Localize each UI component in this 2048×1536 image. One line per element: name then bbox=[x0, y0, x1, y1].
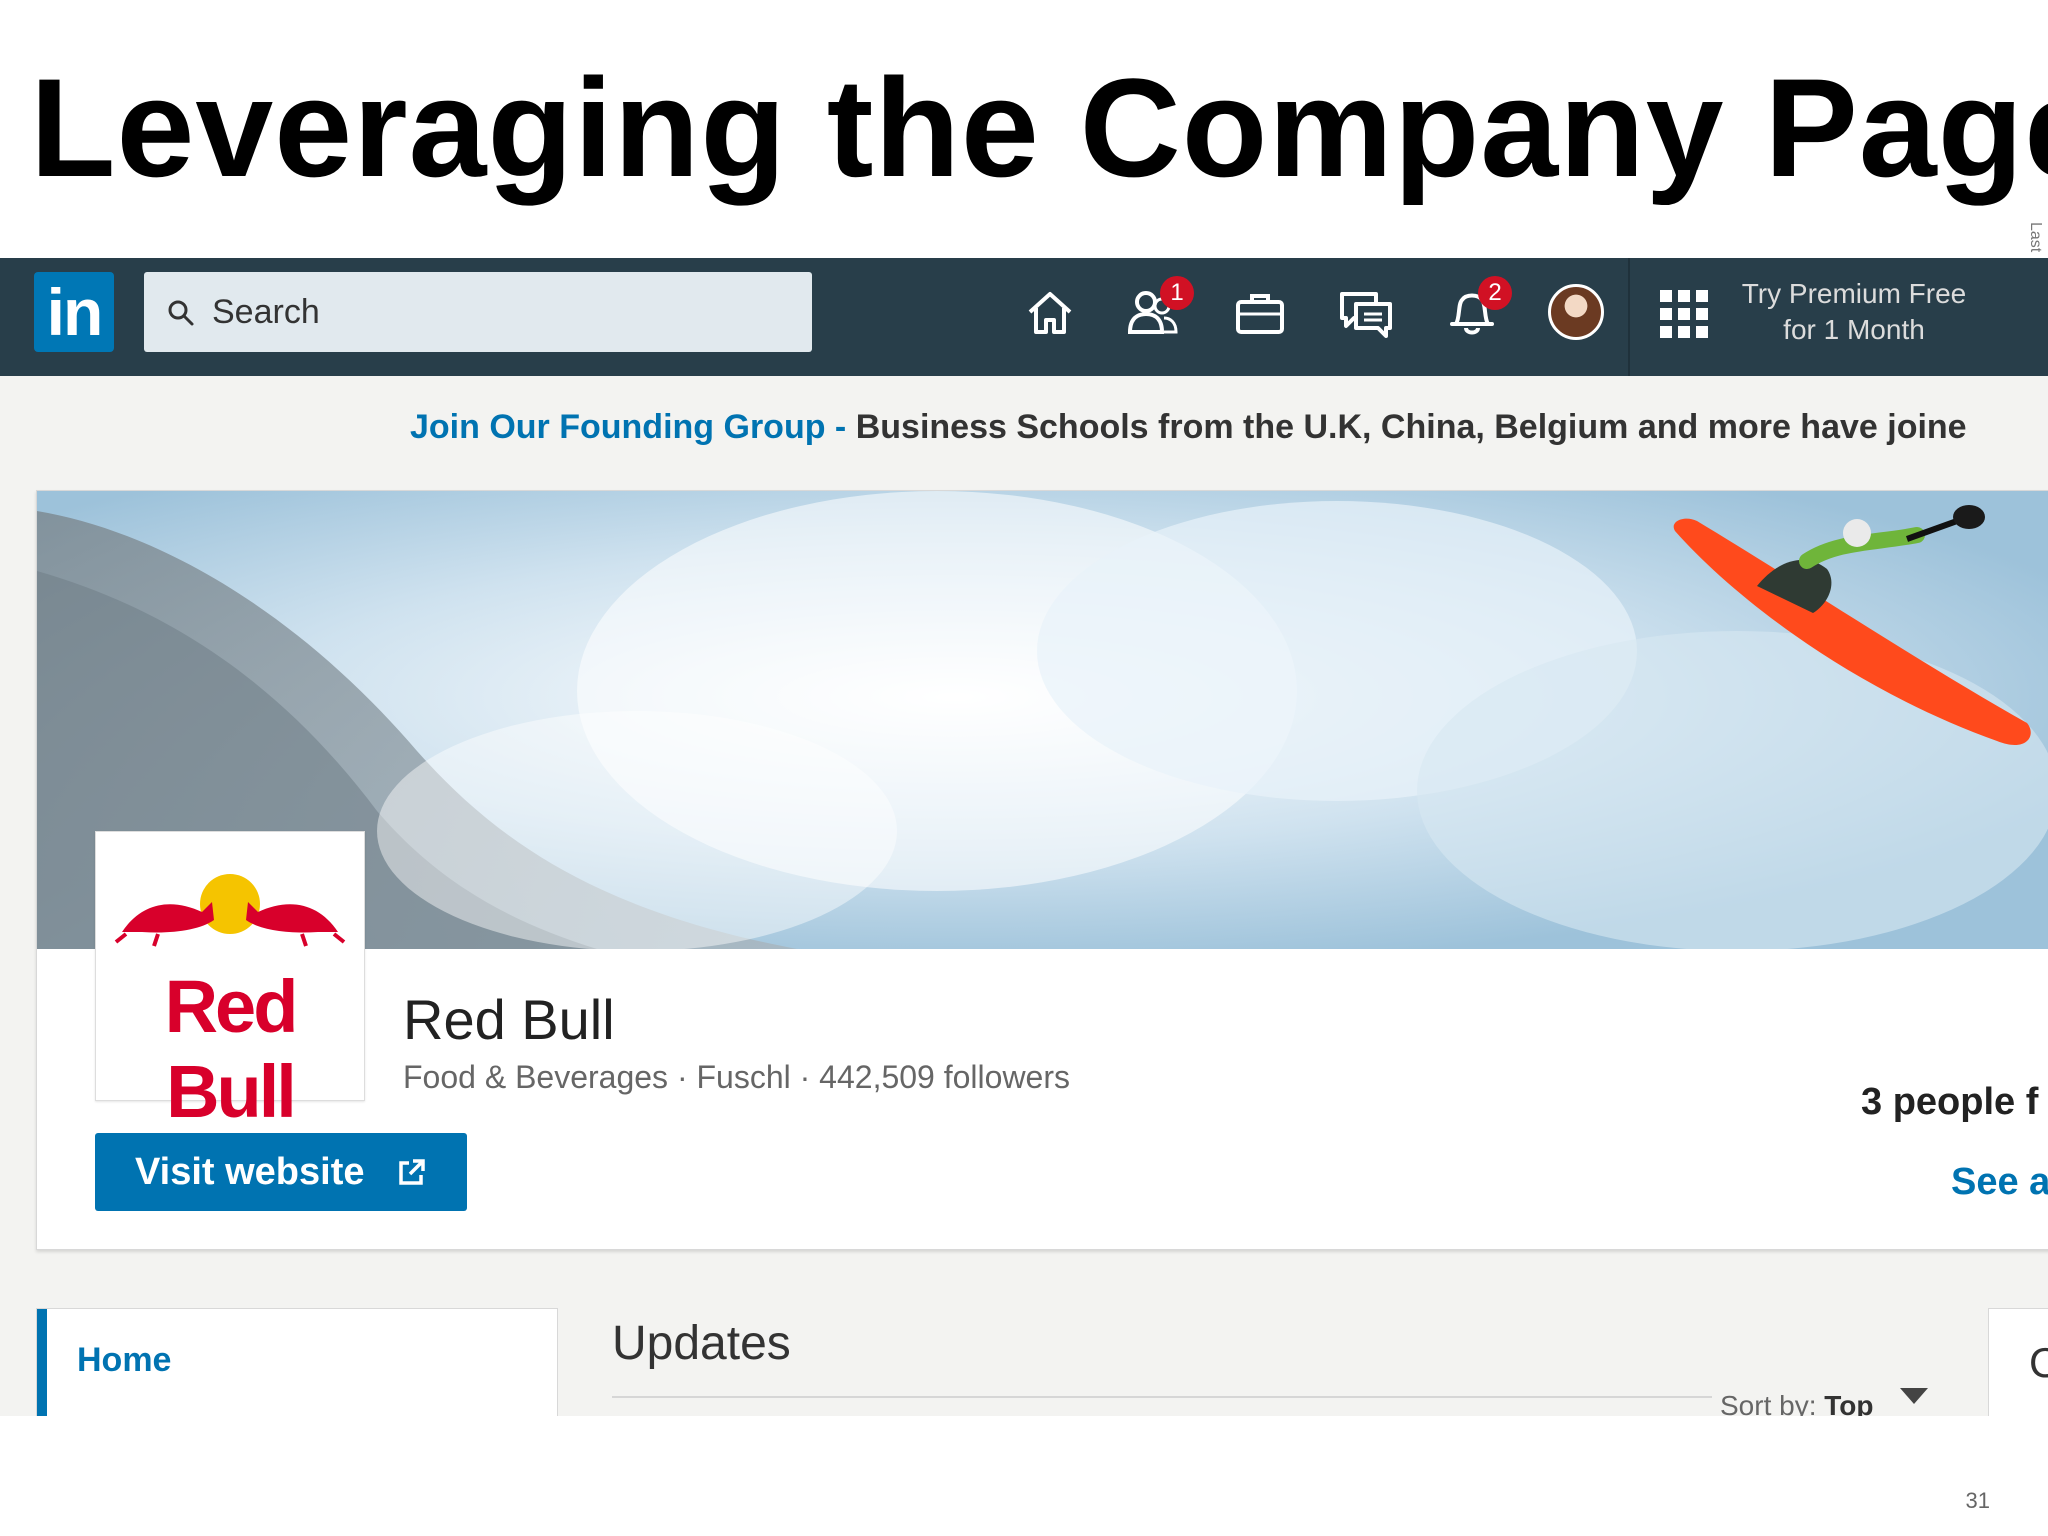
red-bull-emblem bbox=[114, 874, 346, 947]
visit-website-button[interactable]: Visit website bbox=[95, 1133, 467, 1211]
home-icon[interactable] bbox=[1022, 284, 1078, 340]
sort-label: Sort by: bbox=[1720, 1390, 1817, 1416]
page-number: 31 bbox=[1965, 1488, 1990, 1513]
founding-group-link[interactable]: Join Our Founding Group - bbox=[410, 408, 846, 446]
announcement-message: Business Schools from the U.K, China, Be… bbox=[846, 408, 1967, 446]
slide-title: Leveraging the Company Page bbox=[30, 49, 2048, 206]
apps-grid-icon[interactable] bbox=[1660, 290, 1708, 338]
active-tab-indicator bbox=[37, 1309, 47, 1416]
sort-dropdown[interactable]: Sort by: Top bbox=[1720, 1390, 1874, 1416]
right-side-card: C bbox=[1988, 1308, 2048, 1416]
company-logo[interactable]: Red Bull bbox=[95, 831, 365, 1133]
company-header-card: Red Bull Red Bull Food & Beverages · Fus… bbox=[36, 490, 2048, 1250]
search-placeholder: Search bbox=[212, 293, 320, 331]
messaging-icon[interactable] bbox=[1338, 284, 1394, 340]
premium-line2: for 1 Month bbox=[1783, 314, 1925, 345]
company-left-nav: Home bbox=[36, 1308, 558, 1416]
company-meta: Food & Beverages · Fuschl · 442,509 foll… bbox=[403, 1059, 1070, 1095]
visit-website-label: Visit website bbox=[135, 1151, 365, 1193]
tab-home[interactable]: Home bbox=[77, 1341, 171, 1380]
company-name: Red Bull bbox=[403, 988, 615, 1051]
red-bull-wordmark: Red Bull bbox=[164, 965, 299, 1133]
linkedin-screenshot: in Search 1 2 Try Premium Free for 1 Mon… bbox=[0, 258, 2048, 1416]
premium-link[interactable]: Try Premium Free for 1 Month bbox=[1726, 276, 1982, 348]
search-icon bbox=[168, 300, 194, 326]
sort-value: Top bbox=[1824, 1390, 1874, 1416]
side-note: Last bbox=[2027, 222, 2044, 253]
employees-count: 3 people f bbox=[1861, 1081, 2039, 1123]
nav-divider bbox=[1628, 258, 1630, 376]
dropdown-caret-icon[interactable] bbox=[1900, 1388, 1928, 1404]
top-nav-bar: in Search 1 2 Try Premium Free for 1 Mon… bbox=[0, 258, 2048, 376]
linkedin-logo[interactable]: in bbox=[34, 272, 114, 352]
announcement-banner: Join Our Founding Group - Business Schoo… bbox=[410, 408, 1967, 447]
updates-divider bbox=[612, 1396, 1712, 1398]
jobs-icon[interactable] bbox=[1232, 284, 1288, 340]
right-card-heading: C bbox=[2029, 1339, 2048, 1386]
avatar[interactable] bbox=[1548, 284, 1604, 340]
see-all-employees-link[interactable]: See a bbox=[1951, 1161, 2048, 1204]
external-link-icon bbox=[399, 1159, 425, 1185]
search-input[interactable]: Search bbox=[144, 272, 812, 352]
network-badge: 1 bbox=[1160, 276, 1194, 310]
updates-heading: Updates bbox=[612, 1317, 791, 1370]
notifications-badge: 2 bbox=[1478, 276, 1512, 310]
premium-line1: Try Premium Free bbox=[1741, 278, 1967, 309]
